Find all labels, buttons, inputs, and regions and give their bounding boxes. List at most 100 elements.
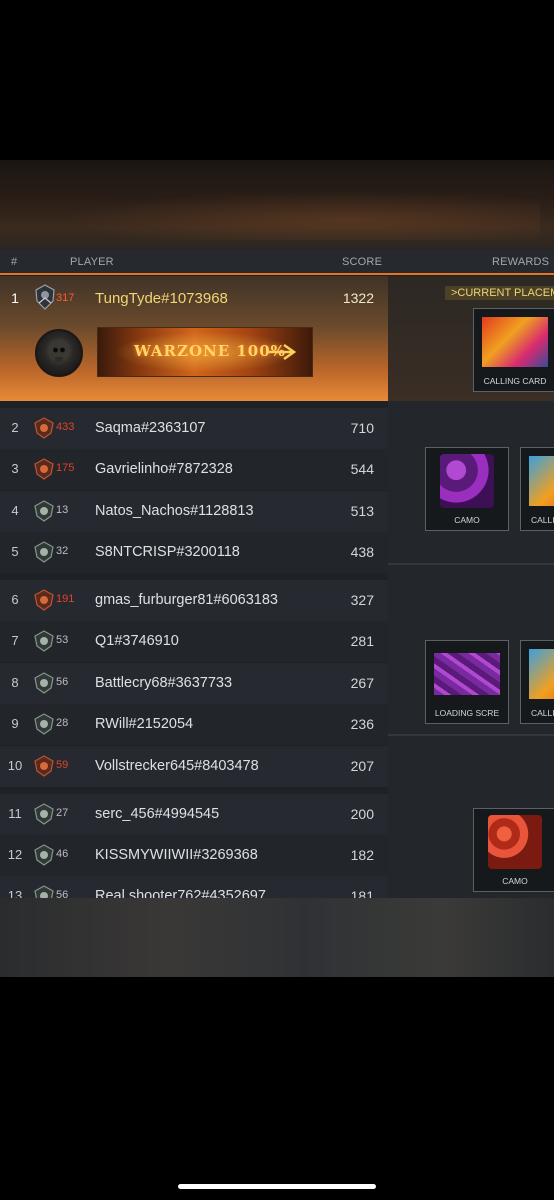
rank-number: 5 [11,544,19,559]
player-name: S8NTCRISP#3200118 [95,544,240,560]
player-level: 317 [56,292,75,304]
leaderboard-row[interactable]: 3 175 Gavrielinho#7872328 544 [0,449,388,490]
home-indicator[interactable] [178,1184,376,1189]
bottom-blurred-area [0,898,554,977]
player-score: 236 [350,716,374,732]
leaderboard-row[interactable]: 5 32 S8NTCRISP#3200118 438 [0,532,388,573]
rank-number: 10 [7,758,23,773]
leaderboard-row[interactable]: 6 191 gmas_furburger81#6063183 327 [0,580,388,621]
camo-thumbnail [440,454,494,508]
leaderboard-row[interactable]: 2 433 Saqma#2363107 710 [0,408,388,449]
reward-label: LOADING SCRE [434,708,500,718]
calling-card-text: WARZONE 100% [134,342,286,360]
player-score: 513 [350,503,374,519]
calling-card-thumbnail [529,649,554,699]
player-score: 267 [350,675,374,691]
camo-thumbnail [488,815,542,869]
reward-loading-screen[interactable]: LOADING SCRE [425,640,509,724]
prestige-rank-icon [35,284,55,310]
reward-label: CAMO [502,876,528,886]
player-level: 27 [56,807,69,819]
player-level: 32 [56,545,69,557]
loading-screen-thumbnail [434,653,500,695]
rank-emblem-icon [34,755,54,777]
warzone-calling-card: WARZONE 100% [97,327,313,377]
rank-emblem-icon [34,713,54,735]
player-name: TungTyde#1073968 [95,290,228,307]
rank-number: 2 [11,420,19,435]
calling-card-thumbnail [529,456,554,506]
rank-number: 8 [11,675,19,690]
leaderboard-row[interactable]: 4 13 Natos_Nachos#1128813 513 [0,491,388,532]
rank-number: 3 [11,461,19,476]
leaderboard-row[interactable]: 8 56 Battlecry68#3637733 267 [0,663,388,704]
rank-number: 12 [7,847,23,862]
player-level: 433 [56,421,75,433]
reward-label: CALLI [531,708,554,718]
player-score: 207 [350,758,374,774]
player-level: 13 [56,504,69,516]
player-name: Gavrielinho#7872328 [95,461,233,477]
reward-label: CALLI [531,515,554,525]
score-column-header: SCORE [342,256,383,268]
player-level: 56 [56,676,69,688]
player-score: 710 [350,420,374,436]
rank-emblem-icon [34,803,54,825]
leaderboard-row[interactable]: 7 53 Q1#3746910 281 [0,621,388,662]
player-score: 200 [350,806,374,822]
reward-calling-card-partial[interactable]: CALLI [520,447,554,531]
player-score: 544 [350,461,374,477]
player-name: serc_456#4994545 [95,806,220,822]
leaderboard-row[interactable]: 9 28 RWill#2152054 236 [0,704,388,745]
leaderboard-row[interactable]: 11 27 serc_456#4994545 200 [0,794,388,835]
player-name: gmas_furburger81#6063183 [95,592,278,608]
leaderboard-header: # PLAYER SCORE REWARDS [0,250,554,274]
player-level: 175 [56,462,75,474]
rank-number: 9 [11,716,19,731]
rank-emblem-icon [34,541,54,563]
player-level: 59 [56,759,69,771]
player-column-header: PLAYER [70,256,114,268]
player-level: 191 [56,593,75,605]
player-level: 53 [56,634,69,646]
rank-emblem-icon [34,417,54,439]
rank-emblem-icon [34,589,54,611]
player-name: KISSMYWIIWII#3269368 [95,847,258,863]
reward-label: CALLING CARD [483,376,547,386]
top-banner [0,160,554,250]
leaderboard-row[interactable]: 10 59 Vollstrecker645#8403478 207 [0,746,388,787]
player-name: Natos_Nachos#1128813 [95,503,254,519]
rank-emblem-icon [34,672,54,694]
player-name: Saqma#2363107 [95,420,206,436]
rank-number: 11 [8,806,22,821]
header-underline [0,273,554,275]
player-level: 46 [56,848,69,860]
skull-icon [50,340,68,362]
arrow-icon [266,343,297,361]
leaderboard-row[interactable]: 12 46 KISSMYWIIWII#3269368 182 [0,835,388,876]
rank-emblem-icon [34,630,54,652]
player-name: RWill#2152054 [95,716,194,732]
rank-emblem-icon [34,844,54,866]
player-name: Vollstrecker645#8403478 [95,758,259,774]
current-placement-tag: >CURRENT PLACEM [445,286,554,300]
rank-number: 7 [11,633,19,648]
rewards-column-header: REWARDS [492,256,550,268]
reward-calling-card[interactable]: CALLING CARD [473,308,554,392]
reward-camo[interactable]: CAMO [425,447,509,531]
reward-label: CAMO [454,515,480,525]
rank-emblem-icon [34,458,54,480]
leaderboard-row-first[interactable]: 1 317 TungTyde#1073968 1322 WARZONE 100% [0,276,388,401]
reward-camo[interactable]: CAMO [473,808,554,892]
player-name: Q1#3746910 [95,633,179,649]
rank-number: 1 [11,290,19,306]
rank-emblem-icon [34,500,54,522]
rank-number: 6 [11,592,19,607]
rank-number: 4 [11,503,19,518]
leaderboard-screen: # PLAYER SCORE REWARDS 1 317 TungTyde#10… [0,160,554,977]
player-level: 28 [56,717,69,729]
player-score: 438 [350,544,374,560]
player-score: 1322 [342,290,374,306]
reward-calling-card-partial[interactable]: CALLI [520,640,554,724]
skull-emblem-avatar [35,329,83,377]
